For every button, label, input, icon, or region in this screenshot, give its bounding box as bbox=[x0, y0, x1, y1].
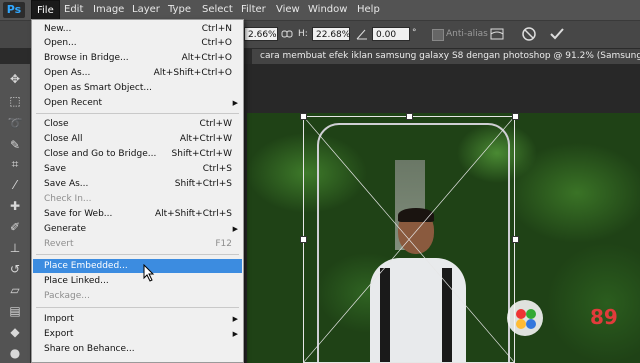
menu-item-import[interactable]: Import ▶ bbox=[33, 312, 242, 326]
file-menu-dropdown: New... Ctrl+N Open... Ctrl+O Browse in Bri… bbox=[31, 19, 244, 363]
menu-item-open-recent[interactable]: Open Recent ▶ bbox=[33, 96, 242, 110]
brush-tool-icon[interactable]: ✐ bbox=[7, 219, 23, 235]
transform-handle[interactable] bbox=[512, 113, 519, 120]
menu-item-package: Package... bbox=[44, 291, 90, 301]
menu-item-revert: Revert F12 bbox=[44, 239, 232, 249]
menu-item-browse-in-bridge[interactable]: Browse in Bridge... Alt+Ctrl+O bbox=[33, 51, 242, 65]
menu-item-close-all[interactable]: Close All Alt+Ctrl+W bbox=[33, 132, 242, 146]
menu-item-check-in: Check In... bbox=[44, 194, 92, 204]
menu-item-open-as[interactable]: Open As... Alt+Shift+Ctrl+O bbox=[33, 66, 242, 80]
cancel-transform-icon[interactable] bbox=[521, 26, 537, 42]
crop-tool-icon[interactable]: ⌗ bbox=[7, 156, 23, 172]
menu-item-place-embedded[interactable]: Place Embedded... bbox=[33, 259, 242, 273]
submenu-arrow-icon: ▶ bbox=[232, 330, 238, 338]
menu-window[interactable]: Window bbox=[308, 0, 347, 20]
height-percent-field[interactable]: 22.68% bbox=[312, 27, 350, 41]
menu-type[interactable]: Type bbox=[168, 0, 191, 20]
menu-item-open-as-smart-object[interactable]: Open as Smart Object... bbox=[33, 81, 242, 95]
menu-help[interactable]: Help bbox=[357, 0, 380, 20]
watermark-dots-icon bbox=[516, 309, 536, 329]
menu-item-generate[interactable]: Generate ▶ bbox=[33, 222, 242, 236]
menu-separator bbox=[36, 113, 239, 114]
move-tool-icon[interactable]: ✥ bbox=[7, 71, 23, 87]
menu-item-save-as[interactable]: Save As... Shift+Ctrl+S bbox=[33, 177, 242, 191]
menu-separator bbox=[36, 307, 239, 308]
menu-item-place-linked[interactable]: Place Linked... bbox=[33, 274, 242, 288]
menu-item-close-go-to-bridge[interactable]: Close and Go to Bridge... Shift+Ctrl+W bbox=[33, 147, 242, 161]
menu-item-share-on-behance[interactable]: Share on Behance... bbox=[33, 342, 242, 356]
height-label: H: bbox=[298, 29, 308, 39]
submenu-arrow-icon: ▶ bbox=[232, 225, 238, 233]
submenu-arrow-icon: ▶ bbox=[232, 315, 238, 323]
antialias-checkbox[interactable] bbox=[432, 29, 444, 41]
antialias-label: Anti-alias bbox=[446, 29, 488, 39]
warp-mode-icon[interactable] bbox=[489, 26, 505, 42]
menu-layer[interactable]: Layer bbox=[132, 0, 160, 20]
history-brush-tool-icon[interactable]: ↺ bbox=[7, 261, 23, 277]
transform-handle[interactable] bbox=[512, 236, 519, 243]
width-percent-field[interactable]: 2.66% bbox=[244, 27, 278, 41]
menu-item-save[interactable]: Save Ctrl+S bbox=[33, 162, 242, 176]
menu-image[interactable]: Image bbox=[93, 0, 124, 20]
document-tab[interactable]: cara membuat efek iklan samsung galaxy S… bbox=[252, 49, 640, 64]
angle-field[interactable]: 0.00 bbox=[372, 27, 410, 41]
gradient-tool-icon[interactable]: ▤ bbox=[7, 303, 23, 319]
menu-filter[interactable]: Filter bbox=[241, 0, 266, 20]
watermark-text: 89 bbox=[590, 305, 618, 329]
submenu-arrow-icon: ▶ bbox=[232, 99, 238, 107]
healing-brush-tool-icon[interactable]: ✚ bbox=[7, 198, 23, 214]
angle-unit: ° bbox=[412, 28, 417, 38]
menu-item-export[interactable]: Export ▶ bbox=[33, 327, 242, 341]
menu-separator bbox=[36, 254, 239, 255]
commit-transform-icon[interactable] bbox=[549, 26, 565, 42]
transform-bounding-box[interactable] bbox=[303, 116, 515, 363]
menu-view[interactable]: View bbox=[276, 0, 300, 20]
eyedropper-tool-icon[interactable]: ⁄ bbox=[7, 177, 23, 193]
angle-icon bbox=[356, 29, 367, 40]
transform-handle[interactable] bbox=[406, 113, 413, 120]
menu-item-close[interactable]: Close Ctrl+W bbox=[33, 117, 242, 131]
menu-item-save-for-web[interactable]: Save for Web... Alt+Shift+Ctrl+S bbox=[33, 207, 242, 221]
photoshop-logo: Ps bbox=[3, 2, 25, 18]
quick-select-tool-icon[interactable]: ✎ bbox=[7, 137, 23, 153]
transform-handle[interactable] bbox=[300, 236, 307, 243]
dodge-tool-icon[interactable]: ● bbox=[7, 345, 23, 361]
mouse-cursor-icon bbox=[143, 264, 155, 282]
link-icon[interactable] bbox=[281, 29, 293, 39]
menu-item-open[interactable]: Open... Ctrl+O bbox=[33, 36, 242, 50]
menu-select[interactable]: Select bbox=[202, 0, 233, 20]
transform-handle[interactable] bbox=[300, 113, 307, 120]
blur-tool-icon[interactable]: ◆ bbox=[7, 324, 23, 340]
menu-item-new[interactable]: New... Ctrl+N bbox=[33, 22, 242, 36]
menu-edit[interactable]: Edit bbox=[64, 0, 83, 20]
eraser-tool-icon[interactable]: ▱ bbox=[7, 282, 23, 298]
lasso-tool-icon[interactable]: ➰ bbox=[7, 115, 23, 131]
clone-stamp-tool-icon[interactable]: ⊥ bbox=[7, 240, 23, 256]
marquee-tool-icon[interactable]: ⬚ bbox=[7, 93, 23, 109]
